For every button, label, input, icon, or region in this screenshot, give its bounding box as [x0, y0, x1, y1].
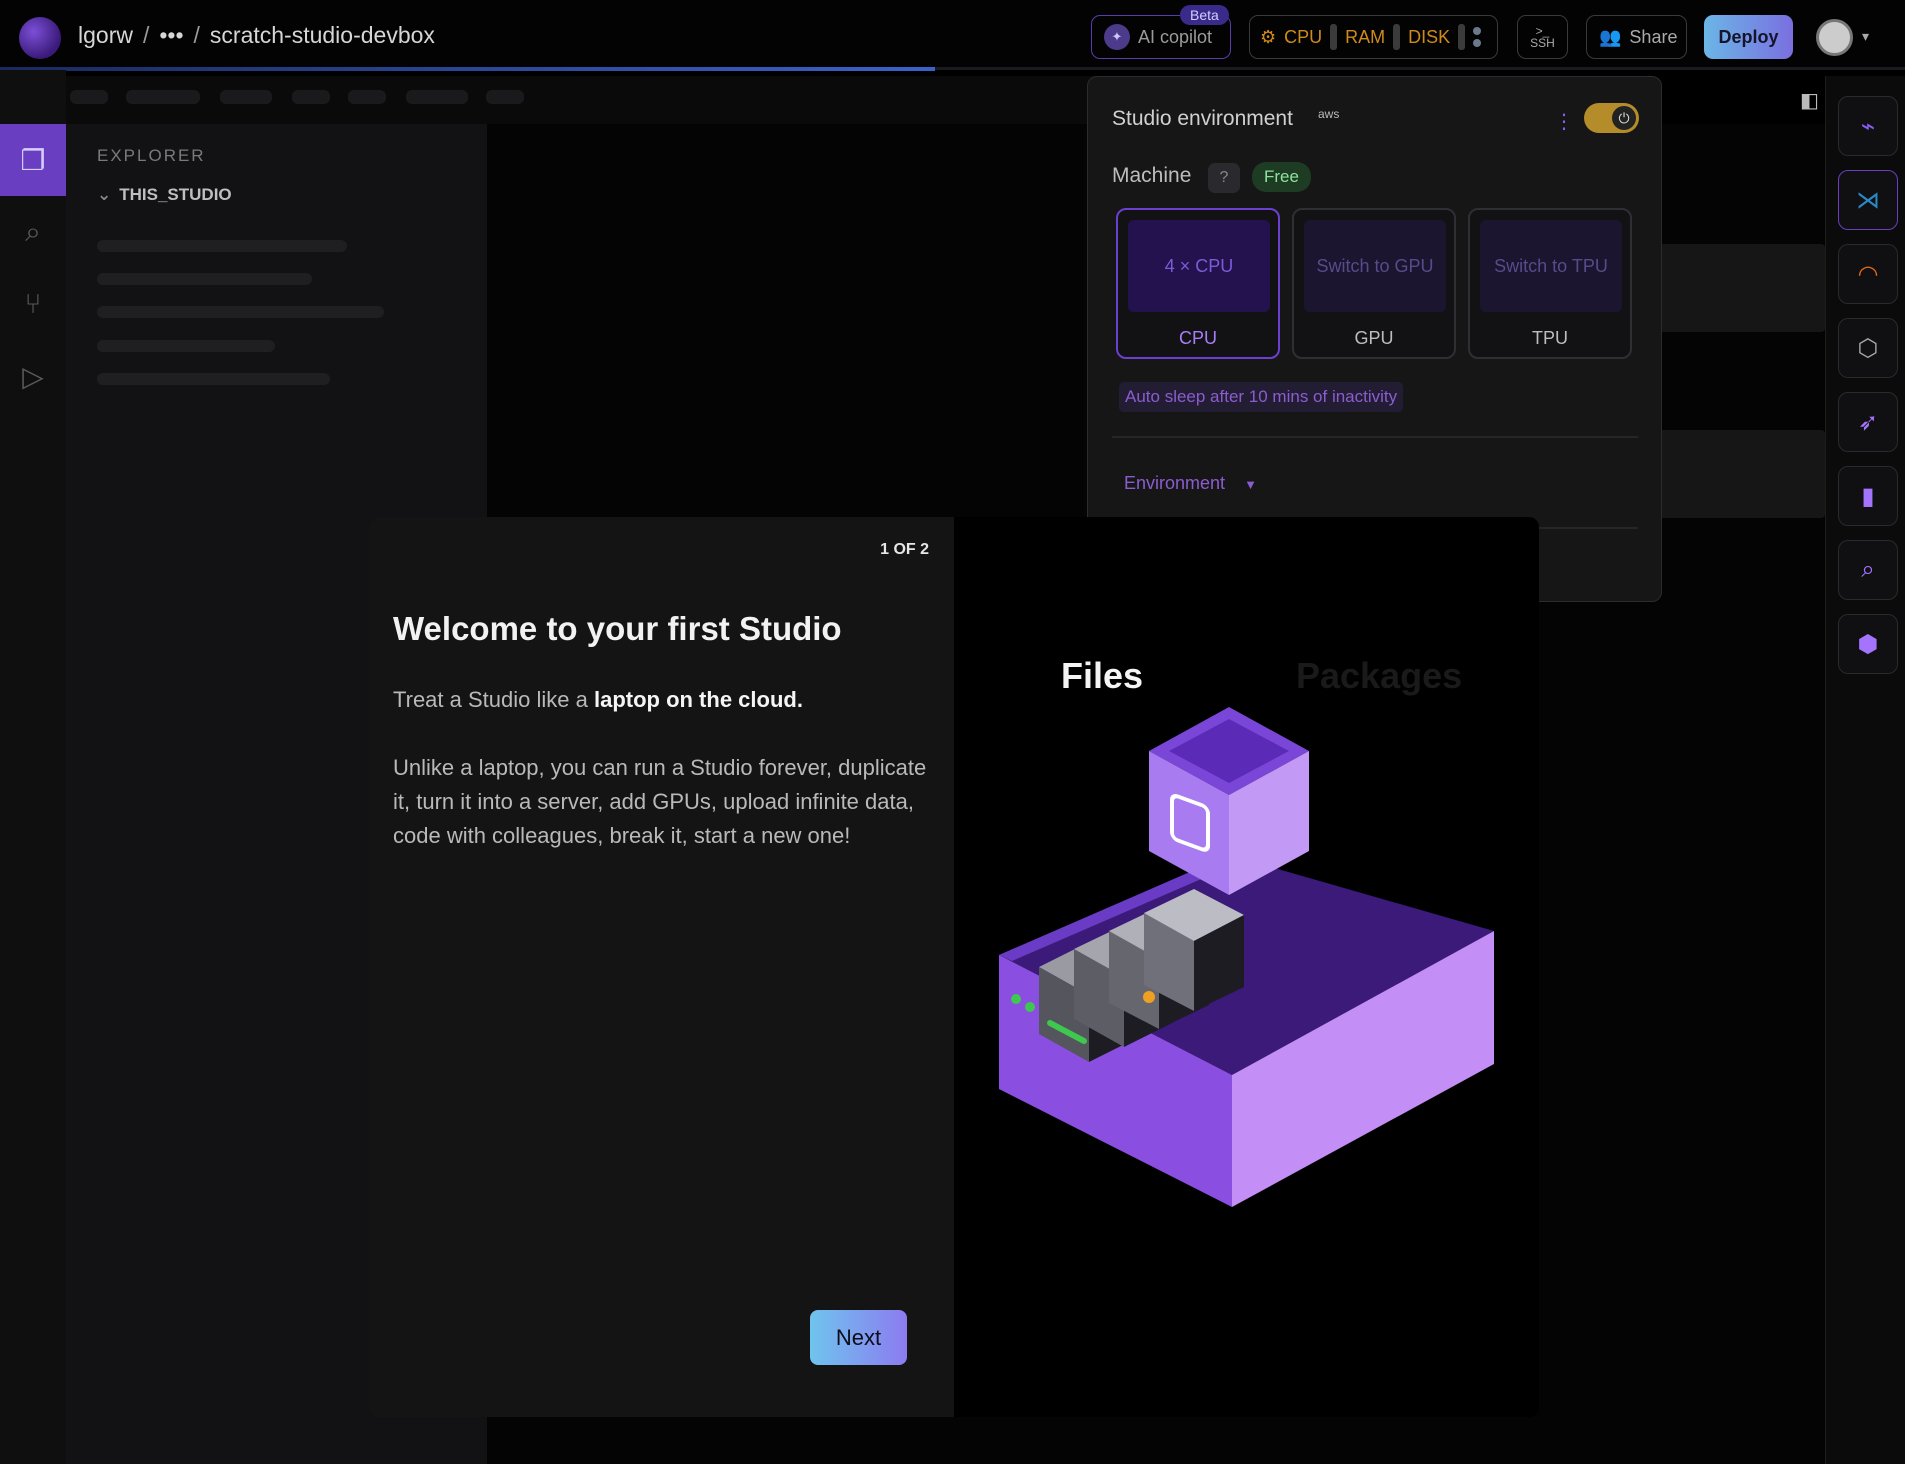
welcome-modal: 1 OF 2 Welcome to your first Studio Trea… [369, 517, 1539, 1417]
tab-skeleton [348, 90, 386, 104]
editor-tab-strip [0, 76, 1100, 124]
share-button[interactable]: 👥 Share [1586, 15, 1687, 59]
divider [1112, 436, 1638, 438]
folder-label: THIS_STUDIO [119, 185, 232, 204]
activity-bar: ❐ ⌕ ⑂ ▷ [0, 70, 66, 1464]
breadcrumb-project[interactable]: scratch-studio-devbox [210, 22, 435, 49]
loading-progress-bar [0, 67, 935, 71]
help-icon[interactable]: ? [1208, 163, 1240, 193]
tab-skeleton [220, 90, 272, 104]
modal-intro: Treat a Studio like a laptop on the clou… [393, 687, 803, 713]
machine-label: Machine [1112, 164, 1192, 187]
placeholder-card [1653, 430, 1825, 518]
deploy-button[interactable]: Deploy [1704, 15, 1793, 59]
chevron-down-icon[interactable]: ▾ [1862, 28, 1869, 45]
breadcrumb-ellipsis[interactable]: ••• [159, 22, 183, 49]
more-vertical-icon[interactable]: ⋮ [1554, 109, 1574, 134]
machine-card-gpu[interactable]: Switch to GPU GPU [1292, 208, 1456, 359]
chevron-down-icon: ⌄ [97, 185, 112, 204]
resource-monitor[interactable]: ⚙ CPU RAM DISK [1249, 15, 1498, 59]
copilot-label: AI copilot [1138, 26, 1213, 47]
power-toggle[interactable]: ⏻ [1584, 103, 1639, 133]
tab-skeleton [486, 90, 524, 104]
explorer-heading: EXPLORER [97, 146, 206, 165]
tab-skeleton [292, 90, 330, 104]
ram-usage-bar [1393, 24, 1401, 50]
cpu-usage-bar [1330, 24, 1338, 50]
avatar[interactable] [1816, 19, 1853, 56]
analytics-app-icon[interactable]: ⌕ [1838, 540, 1898, 600]
studio-box-illustration [999, 707, 1494, 1207]
source-control-icon[interactable]: ⑂ [0, 268, 66, 340]
power-icon: ⏻ [1612, 106, 1636, 130]
files-app-icon[interactable]: ⌁ [1838, 96, 1898, 156]
file-skeleton [97, 340, 275, 352]
breadcrumb-separator: / [142, 22, 150, 48]
machine-card-tpu[interactable]: Switch to TPU TPU [1468, 208, 1632, 359]
modal-body: Unlike a laptop, you can run a Studio fo… [393, 755, 927, 848]
plan-badge: Free [1252, 162, 1311, 192]
share-label: Share [1629, 26, 1678, 47]
integrations-app-icon[interactable]: ⬢ [1838, 614, 1898, 674]
machine-preview: Switch to TPU [1480, 220, 1622, 312]
beta-badge: Beta [1180, 5, 1229, 25]
explorer-icon[interactable]: ❐ [0, 124, 66, 196]
environment-dropdown[interactable]: Environment ▼ [1124, 473, 1257, 494]
machine-label-cpu: CPU [1178, 328, 1217, 348]
breadcrumb-separator: / [193, 22, 200, 48]
copilot-icon: ✦ [1104, 24, 1130, 50]
file-skeleton [97, 273, 312, 285]
intro-text: Treat a Studio like a [393, 687, 594, 712]
aws-logo: aws [1318, 107, 1340, 121]
disk-label: DISK [1408, 26, 1451, 47]
plugin-app-icon[interactable]: ▮ [1838, 466, 1898, 526]
studio-logo[interactable] [19, 17, 61, 59]
tab-skeleton [406, 90, 468, 104]
jupyter-app-icon[interactable]: ◠ [1838, 244, 1898, 304]
panel-title: Studio environment [1112, 107, 1293, 130]
breadcrumb-user[interactable]: lgorw [78, 22, 133, 49]
rocket-app-icon[interactable]: ➶ [1838, 392, 1898, 452]
ssh-label: SSH [1530, 36, 1555, 50]
status-dots [1473, 27, 1482, 47]
ssh-button[interactable]: >_ SSH [1517, 15, 1568, 59]
step-indicator: 1 OF 2 [880, 541, 929, 558]
machine-label-tpu: TPU [1532, 328, 1568, 348]
chip-icon: ⚙ [1260, 26, 1277, 47]
machine-card-cpu[interactable]: 4 × CPU CPU [1116, 208, 1280, 359]
machine-preview: 4 × CPU [1128, 220, 1270, 312]
tab-skeleton [126, 90, 200, 104]
vscode-app-icon[interactable]: ⋊ [1838, 170, 1898, 230]
file-skeleton [97, 240, 347, 252]
cpu-label: CPU [1284, 26, 1323, 47]
machine-label-gpu: GPU [1354, 328, 1394, 348]
placeholder-card [1653, 244, 1825, 332]
cube-app-icon[interactable]: ⬡ [1838, 318, 1898, 378]
modal-content: 1 OF 2 Welcome to your first Studio Trea… [369, 517, 954, 1417]
users-icon: 👥 [1599, 26, 1622, 47]
next-button[interactable]: Next [810, 1310, 907, 1365]
environment-label: Environment [1124, 473, 1226, 493]
search-icon[interactable]: ⌕ [0, 196, 66, 268]
auto-sleep-badge[interactable]: Auto sleep after 10 mins of inactivity [1119, 382, 1404, 412]
file-skeleton [97, 373, 330, 385]
intro-bold: laptop on the cloud. [593, 687, 803, 712]
breadcrumb: lgorw / ••• / scratch-studio-devbox [78, 22, 435, 49]
machine-preview: Switch to GPU [1304, 220, 1446, 312]
ram-label: RAM [1345, 26, 1386, 47]
explorer-root-folder[interactable]: ⌄ THIS_STUDIO [97, 185, 232, 205]
right-app-rail: ◧ ⌁ ⋊ ◠ ⬡ ➶ ▮ ⌕ ⬢ [1800, 76, 1905, 1464]
modal-illustration-panel: Files Packages [954, 517, 1539, 1417]
top-bar: lgorw / ••• / scratch-studio-devbox ✦ AI… [0, 0, 1905, 71]
panel-toggle-icon[interactable]: ◧ [1800, 88, 1819, 113]
run-debug-icon[interactable]: ▷ [0, 340, 66, 412]
modal-title: Welcome to your first Studio [393, 610, 842, 647]
caret-down-icon: ▼ [1244, 477, 1257, 492]
tab-skeleton [70, 90, 108, 104]
disk-usage-bar [1458, 24, 1466, 50]
file-skeleton [97, 306, 384, 318]
